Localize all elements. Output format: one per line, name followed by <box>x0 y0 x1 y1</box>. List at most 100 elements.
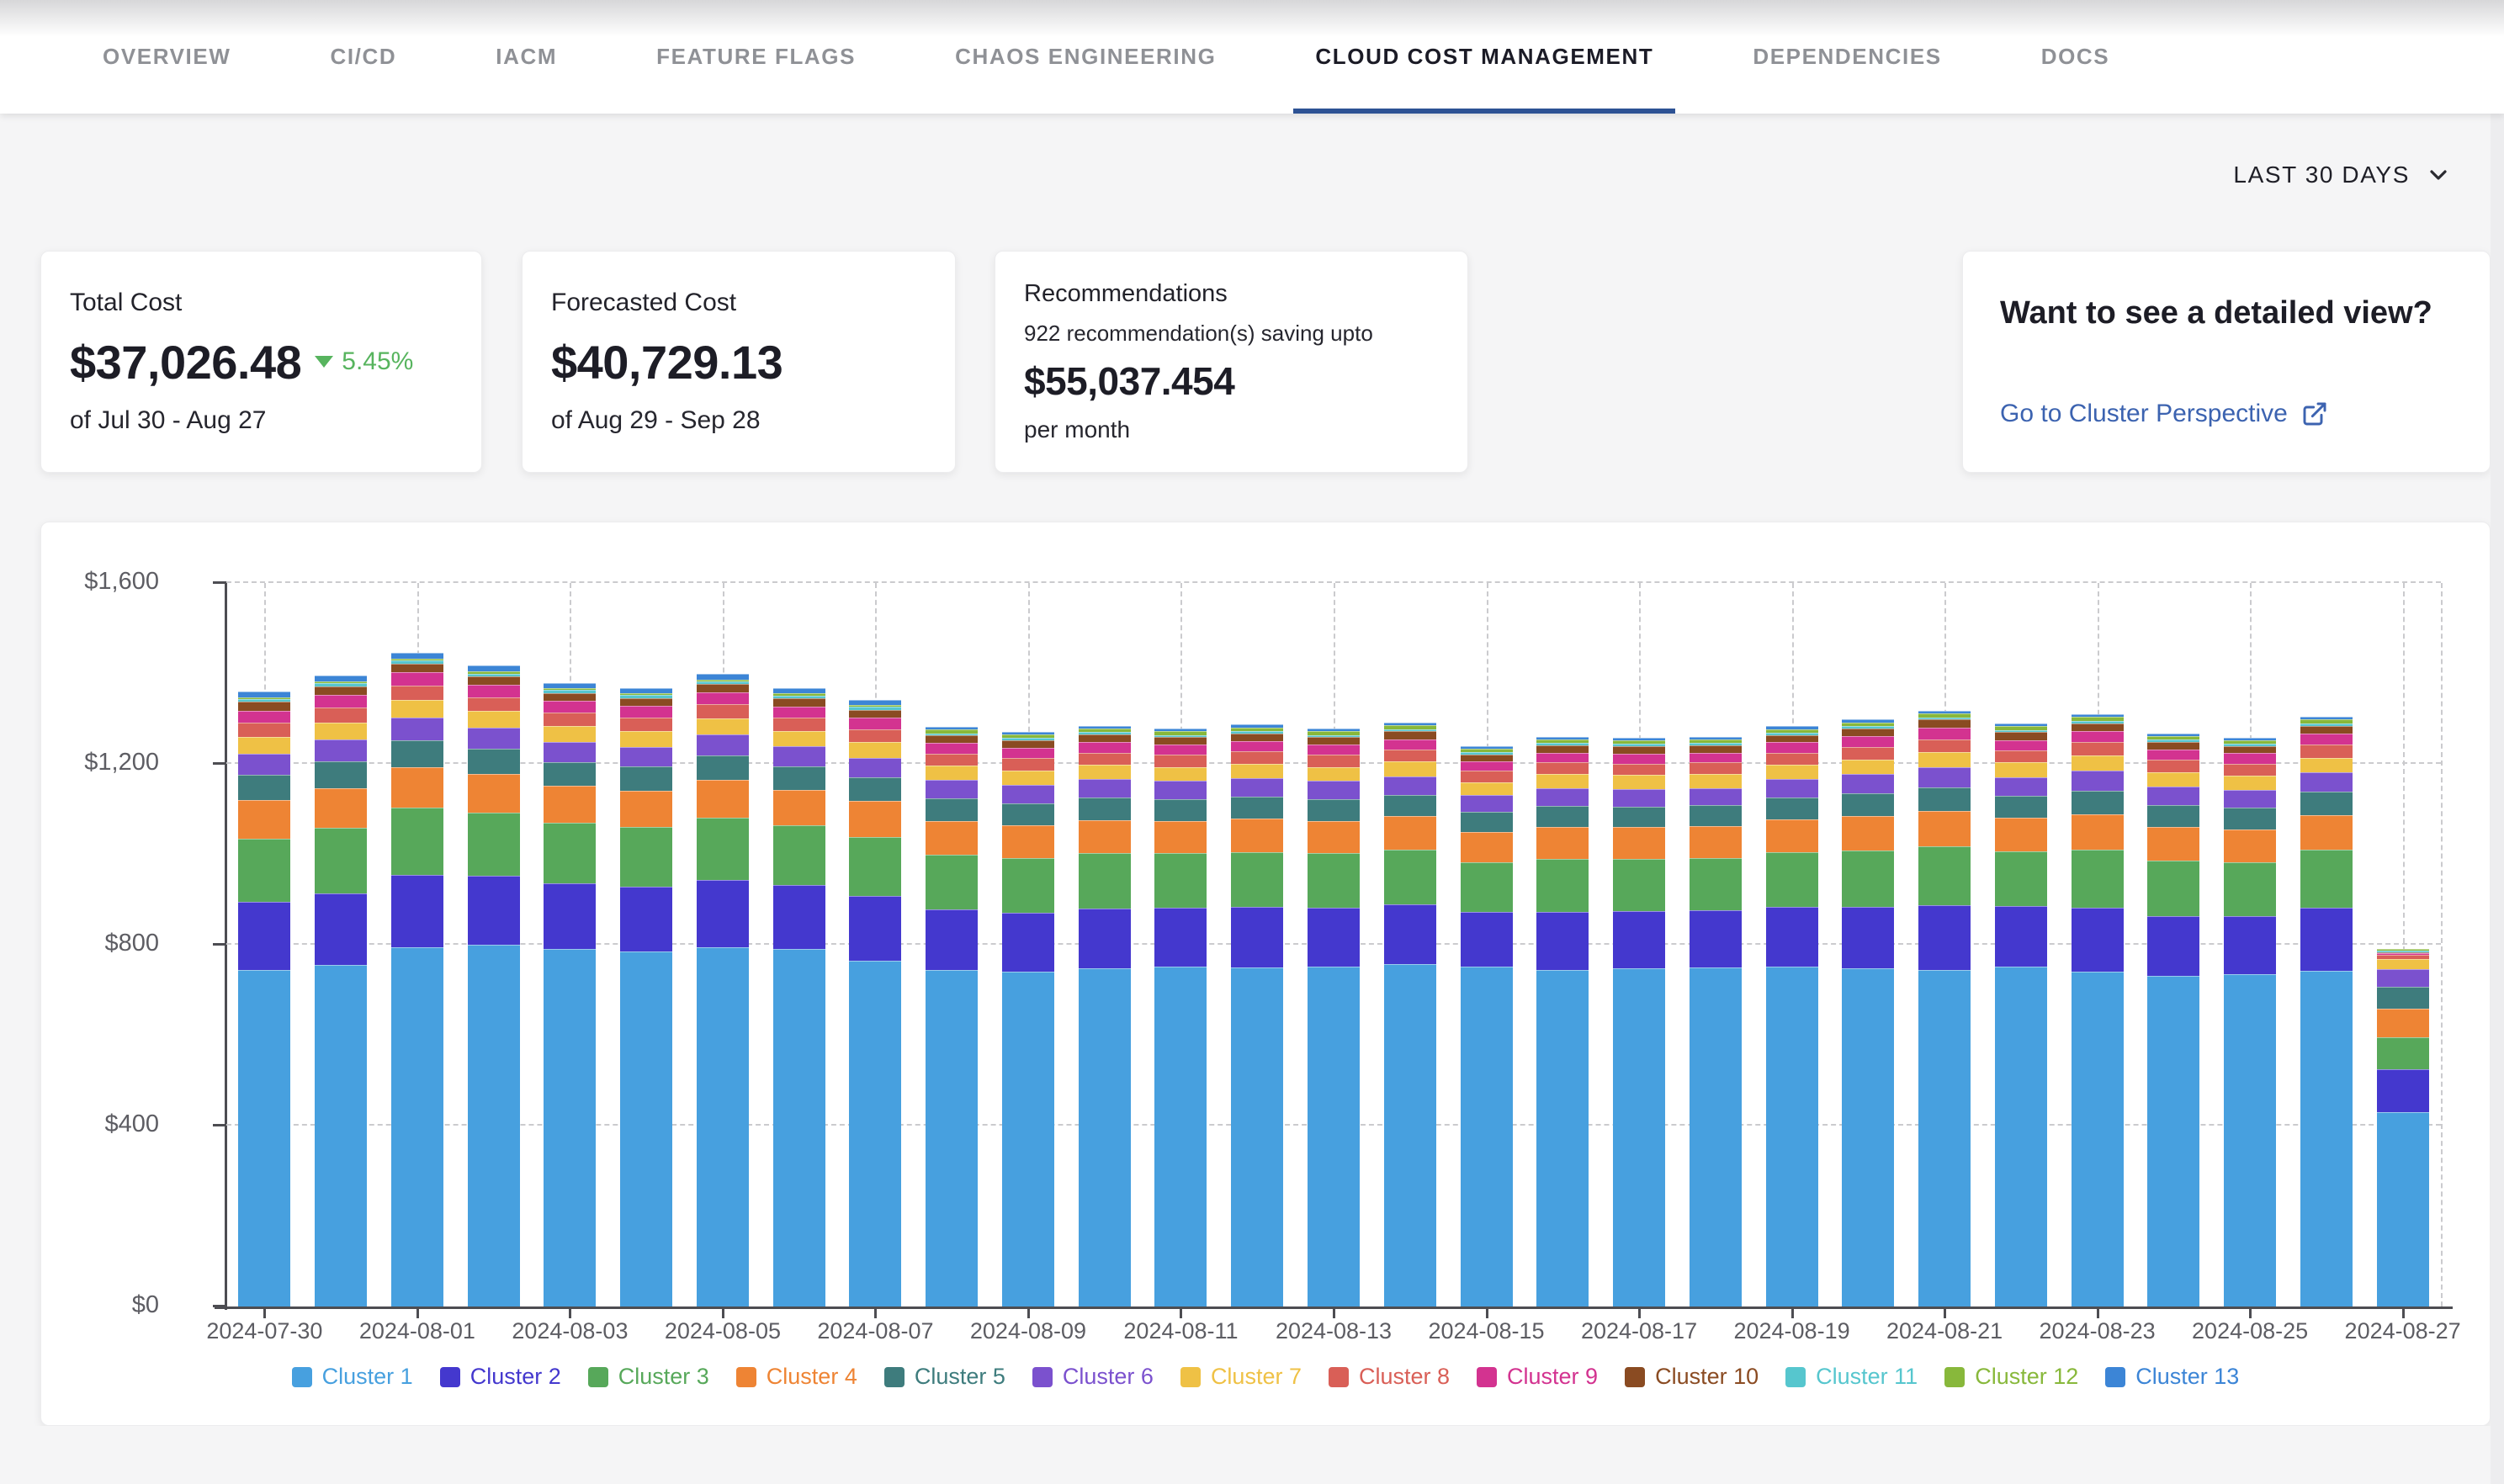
stacked-bar-2024-08-12[interactable] <box>1231 724 1283 1306</box>
stacked-bar-2024-07-30[interactable] <box>238 692 290 1306</box>
legend-item-cluster-13[interactable]: Cluster 13 <box>2105 1364 2239 1390</box>
bar-segment-cluster-5[interactable] <box>1231 797 1283 819</box>
legend-item-cluster-3[interactable]: Cluster 3 <box>588 1364 709 1390</box>
bar-segment-cluster-7[interactable] <box>2377 959 2429 969</box>
bar-segment-cluster-10[interactable] <box>544 693 596 702</box>
bar-segment-cluster-7[interactable] <box>1154 767 1207 782</box>
bar-segment-cluster-1[interactable] <box>2300 971 2353 1306</box>
bar-segment-cluster-10[interactable] <box>697 684 749 692</box>
bar-segment-cluster-10[interactable] <box>1154 737 1207 745</box>
stacked-bar-2024-08-15[interactable] <box>1461 746 1513 1306</box>
bar-segment-cluster-10[interactable] <box>468 676 520 685</box>
bar-segment-cluster-9[interactable] <box>2147 750 2199 760</box>
bar-segment-cluster-9[interactable] <box>2072 731 2124 742</box>
bar-segment-cluster-1[interactable] <box>773 949 825 1306</box>
bar-segment-cluster-8[interactable] <box>1308 755 1360 767</box>
bar-segment-cluster-5[interactable] <box>2072 791 2124 814</box>
bar-segment-cluster-2[interactable] <box>391 875 443 947</box>
bar-segment-cluster-3[interactable] <box>2147 861 2199 916</box>
bar-segment-cluster-2[interactable] <box>2377 1069 2429 1112</box>
tab-dependencies[interactable]: DEPENDENCIES <box>1731 0 1963 114</box>
legend-item-cluster-10[interactable]: Cluster 10 <box>1625 1364 1759 1390</box>
bar-segment-cluster-4[interactable] <box>620 791 672 827</box>
bar-segment-cluster-9[interactable] <box>544 701 596 712</box>
bar-segment-cluster-10[interactable] <box>1613 746 1665 754</box>
bar-segment-cluster-6[interactable] <box>1995 777 2047 796</box>
bar-segment-cluster-1[interactable] <box>1842 968 1894 1306</box>
stacked-bar-2024-07-31[interactable] <box>315 676 367 1306</box>
bar-segment-cluster-4[interactable] <box>2300 815 2353 850</box>
bar-segment-cluster-9[interactable] <box>1766 742 1818 752</box>
bar-segment-cluster-6[interactable] <box>544 742 596 762</box>
bar-segment-cluster-1[interactable] <box>1995 967 2047 1306</box>
bar-segment-cluster-8[interactable] <box>2147 760 2199 772</box>
bar-segment-cluster-8[interactable] <box>1842 747 1894 760</box>
bar-segment-cluster-2[interactable] <box>1918 905 1971 969</box>
bar-segment-cluster-3[interactable] <box>1536 859 1589 912</box>
bar-segment-cluster-4[interactable] <box>1154 821 1207 854</box>
bar-segment-cluster-10[interactable] <box>1536 745 1589 753</box>
bar-segment-cluster-5[interactable] <box>2147 805 2199 827</box>
bar-segment-cluster-1[interactable] <box>2072 972 2124 1306</box>
bar-segment-cluster-4[interactable] <box>2377 1009 2429 1037</box>
bar-segment-cluster-9[interactable] <box>1002 748 1054 758</box>
bar-segment-cluster-8[interactable] <box>1536 762 1589 774</box>
bar-segment-cluster-4[interactable] <box>1002 825 1054 858</box>
legend-item-cluster-6[interactable]: Cluster 6 <box>1032 1364 1154 1390</box>
bar-segment-cluster-7[interactable] <box>2300 758 2353 773</box>
bar-segment-cluster-8[interactable] <box>2300 745 2353 758</box>
bar-segment-cluster-6[interactable] <box>1231 778 1283 797</box>
stacked-bar-2024-08-23[interactable] <box>2072 714 2124 1306</box>
stacked-bar-2024-08-22[interactable] <box>1995 723 2047 1306</box>
bar-segment-cluster-5[interactable] <box>1690 805 1742 826</box>
bar-segment-cluster-6[interactable] <box>1308 781 1360 799</box>
bar-segment-cluster-6[interactable] <box>1002 785 1054 803</box>
stacked-bar-2024-08-27[interactable] <box>2377 949 2429 1306</box>
time-range-selector[interactable]: LAST 30 DAYS <box>2233 162 2452 188</box>
bar-segment-cluster-7[interactable] <box>468 711 520 728</box>
bar-segment-cluster-5[interactable] <box>1079 798 1131 819</box>
bar-segment-cluster-1[interactable] <box>1154 967 1207 1306</box>
bar-segment-cluster-6[interactable] <box>773 746 825 766</box>
bar-segment-cluster-2[interactable] <box>1766 907 1818 966</box>
stacked-bar-2024-08-13[interactable] <box>1308 729 1360 1306</box>
bar-segment-cluster-8[interactable] <box>1079 753 1131 766</box>
bar-segment-cluster-4[interactable] <box>773 790 825 825</box>
bar-segment-cluster-3[interactable] <box>1231 852 1283 908</box>
bar-segment-cluster-10[interactable] <box>1384 731 1436 739</box>
legend-item-cluster-1[interactable]: Cluster 1 <box>292 1364 413 1390</box>
bar-segment-cluster-3[interactable] <box>1766 852 1818 907</box>
tab-cloud-cost-management[interactable]: CLOUD COST MANAGEMENT <box>1293 0 1675 114</box>
bar-segment-cluster-2[interactable] <box>1002 913 1054 972</box>
bar-segment-cluster-1[interactable] <box>1918 970 1971 1306</box>
bar-segment-cluster-5[interactable] <box>1918 787 1971 811</box>
bar-segment-cluster-3[interactable] <box>1461 862 1513 913</box>
bar-segment-cluster-6[interactable] <box>1766 779 1818 798</box>
bar-segment-cluster-2[interactable] <box>2224 916 2276 974</box>
bar-segment-cluster-8[interactable] <box>1613 764 1665 776</box>
bar-segment-cluster-4[interactable] <box>238 800 290 839</box>
tab-chaos-engineering[interactable]: CHAOS ENGINEERING <box>933 0 1238 114</box>
bar-segment-cluster-1[interactable] <box>2147 976 2199 1306</box>
bar-segment-cluster-7[interactable] <box>773 731 825 746</box>
bar-segment-cluster-9[interactable] <box>773 707 825 718</box>
legend-item-cluster-12[interactable]: Cluster 12 <box>1944 1364 2078 1390</box>
bar-segment-cluster-10[interactable] <box>1690 745 1742 753</box>
bar-segment-cluster-4[interactable] <box>1536 827 1589 859</box>
bar-segment-cluster-6[interactable] <box>2147 787 2199 805</box>
bar-segment-cluster-4[interactable] <box>1461 832 1513 862</box>
stacked-bar-2024-08-01[interactable] <box>391 653 443 1306</box>
bar-segment-cluster-8[interactable] <box>391 686 443 701</box>
stacked-bar-2024-08-19[interactable] <box>1766 726 1818 1306</box>
stacked-bar-2024-08-24[interactable] <box>2147 734 2199 1306</box>
bar-segment-cluster-4[interactable] <box>315 788 367 828</box>
bar-segment-cluster-2[interactable] <box>1613 911 1665 968</box>
bar-segment-cluster-9[interactable] <box>468 685 520 697</box>
bar-segment-cluster-3[interactable] <box>1079 853 1131 909</box>
bar-segment-cluster-6[interactable] <box>1461 795 1513 812</box>
bar-segment-cluster-5[interactable] <box>1842 793 1894 816</box>
bar-segment-cluster-8[interactable] <box>1690 762 1742 774</box>
bar-segment-cluster-2[interactable] <box>849 896 901 961</box>
bar-segment-cluster-2[interactable] <box>773 885 825 950</box>
bar-segment-cluster-7[interactable] <box>391 700 443 718</box>
